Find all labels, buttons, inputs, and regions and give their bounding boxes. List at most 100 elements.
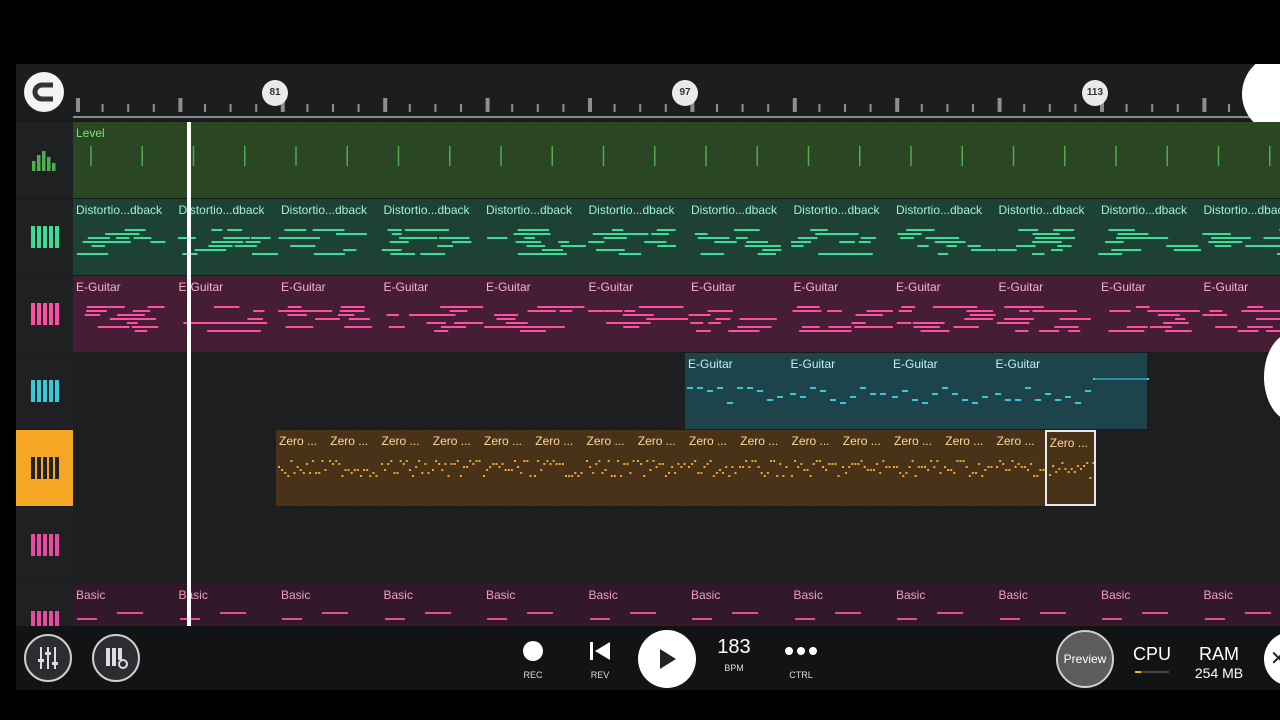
track-row: E-Guitar E-Guitar E-Guitar E-Guitar bbox=[16, 353, 1280, 429]
clip[interactable]: Zero ... bbox=[942, 430, 994, 506]
ram-label: RAM bbox=[1199, 644, 1239, 664]
bpm-label: BPM bbox=[724, 663, 744, 673]
snap-magnet-button[interactable] bbox=[24, 72, 64, 112]
clip-tail[interactable] bbox=[1095, 353, 1147, 429]
clip[interactable]: Zero ... bbox=[891, 430, 943, 506]
track-lane[interactable] bbox=[73, 507, 1280, 583]
clip[interactable]: E-Guitar bbox=[483, 276, 586, 352]
track-header[interactable] bbox=[16, 507, 73, 583]
bpm-control[interactable]: 183 BPM bbox=[709, 636, 759, 673]
track-header[interactable] bbox=[16, 199, 73, 275]
clip[interactable]: Zero ... bbox=[429, 430, 481, 506]
close-icon[interactable]: ✕ bbox=[1264, 632, 1280, 686]
bpm-value: 183 bbox=[717, 636, 751, 658]
clip[interactable]: Distortio...dback bbox=[893, 199, 996, 275]
rewind-button[interactable]: REV bbox=[575, 640, 625, 680]
track-lane[interactable]: Zero ... Zero ... Zero ... Zero ... Zero ...… bbox=[73, 430, 1280, 506]
play-button[interactable] bbox=[638, 630, 696, 688]
track-header[interactable] bbox=[16, 122, 73, 198]
clip[interactable]: Distortio...dback bbox=[585, 199, 688, 275]
clip[interactable]: Zero ... bbox=[481, 430, 533, 506]
more-dots-icon bbox=[785, 647, 817, 655]
bar-marker-113[interactable]: 113 bbox=[1082, 80, 1108, 106]
clip[interactable]: Zero ... bbox=[532, 430, 584, 506]
clip-notes bbox=[487, 229, 586, 255]
piano-keys-icon bbox=[30, 303, 59, 325]
track-header[interactable] bbox=[16, 353, 73, 429]
record-button[interactable]: REC bbox=[508, 640, 558, 680]
clip-notes bbox=[587, 229, 676, 255]
clip[interactable]: Distortio...dback bbox=[73, 199, 176, 275]
record-icon bbox=[523, 641, 543, 661]
clip[interactable]: Distortio...dback bbox=[380, 199, 483, 275]
ctrl-button[interactable]: CTRL bbox=[776, 640, 826, 680]
clip[interactable]: E-Guitar bbox=[893, 276, 996, 352]
clip[interactable]: Distortio...dback bbox=[790, 199, 893, 275]
clip[interactable]: Zero ... bbox=[993, 430, 1045, 506]
bar-marker-81[interactable]: 81 bbox=[262, 80, 288, 106]
clip[interactable]: Zero ... bbox=[327, 430, 379, 506]
clip[interactable]: E-Guitar bbox=[380, 276, 483, 352]
clip[interactable]: Zero ... bbox=[737, 430, 789, 506]
clip-notes bbox=[994, 387, 1091, 404]
clip[interactable]: Zero ... bbox=[378, 430, 430, 506]
selected-clip[interactable]: Zero ... bbox=[1044, 430, 1096, 506]
clip[interactable]: E-Guitar bbox=[890, 353, 993, 429]
clip-notes bbox=[1202, 306, 1280, 332]
preview-button[interactable]: Preview bbox=[1056, 630, 1114, 688]
clip-notes bbox=[329, 460, 378, 477]
clip[interactable]: Zero ... bbox=[686, 430, 738, 506]
clip[interactable]: Zero ... bbox=[583, 430, 635, 506]
track-header[interactable] bbox=[16, 430, 73, 506]
level-meter-icon bbox=[31, 151, 55, 171]
clip-notes bbox=[587, 306, 688, 328]
clip-notes bbox=[385, 306, 483, 332]
clip[interactable]: Distortio...dback bbox=[1200, 199, 1280, 275]
clip[interactable]: E-Guitar bbox=[1200, 276, 1280, 352]
clip[interactable]: E-Guitar bbox=[685, 353, 788, 429]
playhead[interactable] bbox=[187, 122, 191, 626]
clip[interactable]: E-Guitar bbox=[585, 276, 688, 352]
clip[interactable]: E-Guitar bbox=[278, 276, 381, 352]
clip-notes bbox=[483, 460, 532, 477]
clip[interactable]: Zero ... bbox=[634, 430, 686, 506]
clip[interactable]: Distortio...dback bbox=[995, 199, 1098, 275]
clip[interactable]: Zero ... bbox=[788, 430, 840, 506]
clip-notes bbox=[996, 229, 1075, 255]
track-lane[interactable]: Distortio...dback Distortio...dback Distor… bbox=[73, 199, 1280, 275]
clip[interactable]: Distortio...dback bbox=[688, 199, 791, 275]
track-lane[interactable]: E-Guitar E-Guitar E-Guitar E-Guitar E-Guitar… bbox=[73, 276, 1280, 352]
clip[interactable]: E-Guitar bbox=[688, 276, 791, 352]
track-header[interactable] bbox=[16, 276, 73, 352]
clip[interactable]: E-Guitar bbox=[995, 276, 1098, 352]
clip-notes bbox=[484, 306, 585, 332]
clip-notes bbox=[636, 460, 686, 477]
clip[interactable]: E-Guitar bbox=[992, 353, 1095, 429]
timeline-ruler[interactable]: 81 97 113 bbox=[16, 64, 1280, 120]
clip-notes bbox=[84, 306, 165, 332]
clip[interactable]: E-Guitar bbox=[1098, 276, 1201, 352]
clip[interactable]: Zero ... bbox=[276, 430, 328, 506]
automation-clip[interactable]: Level bbox=[73, 122, 1280, 198]
clip[interactable]: E-Guitar bbox=[790, 276, 893, 352]
clip[interactable]: Distortio...dback bbox=[278, 199, 381, 275]
mixer-button[interactable] bbox=[24, 634, 72, 682]
clip-notes bbox=[694, 229, 782, 255]
play-icon bbox=[660, 649, 676, 669]
track-lane[interactable]: Level bbox=[73, 122, 1280, 198]
instrument-settings-button[interactable] bbox=[92, 634, 140, 682]
track-lane[interactable]: E-Guitar E-Guitar E-Guitar E-Guitar bbox=[73, 353, 1280, 429]
clip[interactable]: Distortio...dback bbox=[483, 199, 586, 275]
rewind-label: REV bbox=[590, 670, 610, 680]
clip-notes bbox=[278, 229, 367, 255]
clip-notes bbox=[1108, 306, 1200, 332]
bar-marker-97[interactable]: 97 bbox=[672, 80, 698, 106]
clip[interactable]: Zero ... bbox=[839, 430, 891, 506]
clip[interactable]: E-Guitar bbox=[787, 353, 890, 429]
clip-notes bbox=[381, 229, 471, 255]
clip[interactable]: Distortio...dback bbox=[1098, 199, 1201, 275]
clip[interactable]: E-Guitar bbox=[73, 276, 176, 352]
clip-notes bbox=[380, 460, 429, 477]
level-markers bbox=[90, 146, 1271, 166]
rewind-icon bbox=[590, 642, 610, 660]
